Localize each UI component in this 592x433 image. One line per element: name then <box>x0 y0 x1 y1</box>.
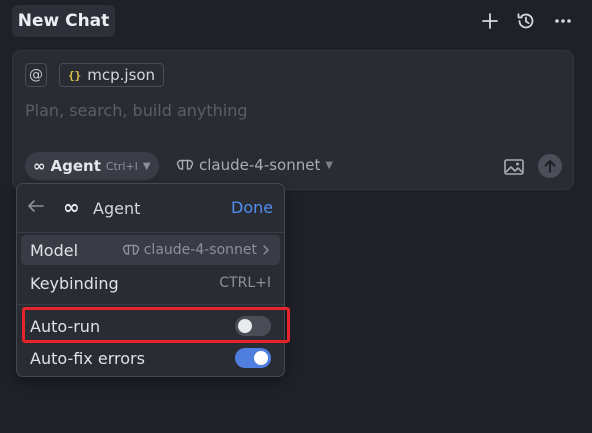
context-file-label: mcp.json <box>87 66 156 84</box>
done-button[interactable]: Done <box>231 198 273 217</box>
agent-menu-header: ∞ Agent Done <box>17 184 284 232</box>
model-row-value-text: claude-4-sonnet <box>143 242 257 258</box>
keybinding-row-label: Keybinding <box>30 273 119 293</box>
toggle-knob <box>238 319 252 333</box>
auto-run-toggle[interactable] <box>235 316 271 336</box>
brain-icon <box>122 244 139 255</box>
auto-fix-errors-label: Auto-fix errors <box>30 348 145 368</box>
model-row-value: claude-4-sonnet <box>122 242 271 258</box>
chat-composer: @ {} mcp.json Plan, search, build anythi… <box>12 50 574 190</box>
menu-row-keybinding[interactable]: Keybinding CTRL+I <box>21 268 280 298</box>
mention-symbol: @ <box>29 67 43 83</box>
send-button[interactable] <box>538 154 562 178</box>
menu-row-model[interactable]: Model claude-4-sonnet <box>21 235 280 265</box>
toggle-knob <box>254 351 268 365</box>
chevron-right-icon <box>263 245 269 255</box>
auto-run-label: Auto-run <box>30 316 101 336</box>
infinity-icon: ∞ <box>33 157 46 175</box>
chevron-down-icon: ▼ <box>142 160 151 172</box>
chat-title-label: New Chat <box>17 11 110 31</box>
divider <box>17 232 284 233</box>
agent-mode-selector[interactable]: ∞ Agent Ctrl+I ▼ <box>25 152 159 180</box>
image-upload-icon[interactable] <box>503 157 525 177</box>
mention-button[interactable]: @ <box>25 63 47 87</box>
model-selector[interactable]: claude-4-sonnet ▼ <box>176 156 333 174</box>
divider <box>17 304 284 305</box>
brain-icon <box>176 159 194 170</box>
json-file-icon: {} <box>68 68 82 82</box>
agent-mode-label: Agent <box>50 157 101 175</box>
history-icon[interactable] <box>514 10 538 32</box>
agent-settings-menu: ∞ Agent Done Model claude-4-sonnet Keybi… <box>16 183 285 377</box>
model-selector-label: claude-4-sonnet <box>199 156 321 174</box>
plus-icon[interactable] <box>478 10 502 32</box>
back-arrow-icon[interactable] <box>27 198 45 217</box>
chat-title[interactable]: New Chat <box>12 5 115 37</box>
composer-placeholder: Plan, search, build anything <box>25 101 248 120</box>
menu-row-auto-run[interactable]: Auto-run <box>21 311 280 341</box>
agent-shortcut: Ctrl+I <box>105 159 138 173</box>
context-file-chip[interactable]: {} mcp.json <box>59 63 165 87</box>
model-row-label: Model <box>30 240 79 260</box>
chevron-down-icon: ▼ <box>325 159 334 171</box>
keybinding-row-value: CTRL+I <box>219 275 271 291</box>
infinity-icon: ∞ <box>63 195 80 219</box>
more-icon[interactable] <box>551 10 575 32</box>
arrow-up-icon <box>544 160 556 173</box>
agent-menu-title: Agent <box>93 199 141 218</box>
auto-fix-errors-toggle[interactable] <box>235 348 271 368</box>
composer-input[interactable]: Plan, search, build anything <box>25 101 248 120</box>
menu-row-auto-fix-errors[interactable]: Auto-fix errors <box>21 343 280 373</box>
